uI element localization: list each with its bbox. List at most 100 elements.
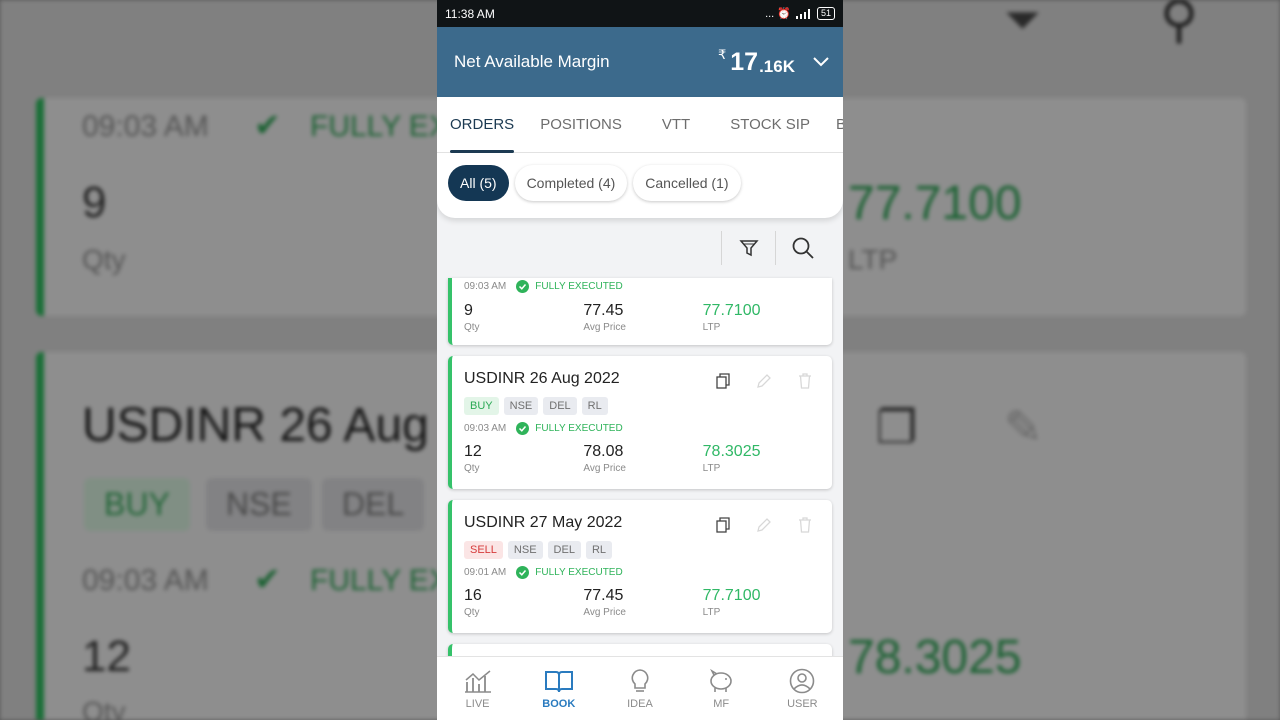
top-panel: ORDERS POSITIONS VTT STOCK SIP BA All (5…: [437, 97, 843, 218]
search-icon: [792, 237, 814, 259]
exchange-badge: NSE: [507, 541, 543, 559]
bulb-icon: [631, 668, 649, 692]
nav-idea[interactable]: IDEA: [605, 668, 675, 710]
tab-stock-sip[interactable]: STOCK SIP: [717, 97, 823, 152]
tab-basket[interactable]: BA: [823, 97, 843, 152]
toolbar: [437, 218, 843, 278]
filter-all[interactable]: All (5): [448, 165, 509, 201]
order-status: FULLY EXECUTED: [535, 281, 623, 292]
bottom-nav: LIVE BOOK IDEA MF USER: [437, 656, 843, 720]
order-time: 09:03 AM: [464, 423, 507, 434]
product-badge: DEL: [547, 541, 581, 559]
chevron-down-icon[interactable]: [811, 52, 831, 72]
piggy-bank-icon: [710, 668, 732, 692]
values-row: 9 Qty 77.45 Avg Price 77.7100 LTP: [464, 302, 822, 333]
ltp-label: LTP: [702, 607, 721, 618]
filter-icon: [738, 240, 759, 257]
status-bar: 11:38 AM ... ⏰ 51: [437, 0, 843, 27]
values-row: 16 Qty 77.45 Avg Price 77.7100 LTP: [464, 587, 822, 618]
order-avg-price: 78.08: [583, 443, 624, 460]
delete-icon[interactable]: [798, 373, 812, 389]
nav-book-label: BOOK: [542, 697, 576, 710]
nav-idea-label: IDEA: [627, 697, 653, 710]
filter-cancelled[interactable]: Cancelled (1): [633, 165, 741, 201]
nav-book[interactable]: BOOK: [524, 668, 594, 710]
avg-price-label: Avg Price: [583, 607, 626, 618]
order-tags: SELL NSE DEL RL: [464, 541, 822, 559]
side-badge: BUY: [464, 397, 499, 415]
filter-completed[interactable]: Completed (4): [514, 165, 628, 201]
qty-label: Qty: [464, 607, 480, 618]
search-button[interactable]: [775, 231, 829, 265]
margin-title: Net Available Margin: [454, 52, 610, 71]
user-icon: [790, 668, 815, 693]
order-card[interactable]: USDINR 26 Aug 2022 BUY NSE DEL RL 09:03 …: [448, 356, 832, 489]
order-card[interactable]: 09:03 AM FULLY EXECUTED 9 Qty 77.45 Avg Pr…: [448, 278, 832, 345]
margin-amount: 17: [730, 47, 759, 76]
ltp-label: LTP: [702, 463, 721, 474]
status-icons: ... ⏰ 51: [765, 7, 835, 20]
side-badge: SELL: [464, 541, 503, 559]
ltp-label: LTP: [702, 322, 721, 333]
order-status: FULLY EXECUTED: [535, 423, 623, 434]
tab-bar: ORDERS POSITIONS VTT STOCK SIP BA: [437, 97, 843, 153]
order-actions: [716, 517, 812, 533]
order-ltp: 77.7100: [702, 302, 761, 319]
margin-header[interactable]: Net Available Margin ₹ 17 .16K: [437, 27, 843, 97]
filter-chips: All (5) Completed (4) Cancelled (1): [437, 153, 843, 218]
avg-price-label: Avg Price: [583, 463, 626, 474]
order-avg-price: 77.45: [583, 587, 624, 604]
nav-user[interactable]: USER: [767, 668, 837, 710]
battery-icon: 51: [816, 7, 835, 20]
filter-button[interactable]: [721, 231, 775, 265]
signal-icon: [795, 8, 810, 19]
order-ltp: 77.7100: [702, 587, 761, 604]
copy-icon[interactable]: [716, 373, 730, 389]
avg-price-label: Avg Price: [583, 322, 626, 333]
tab-vtt[interactable]: VTT: [635, 97, 717, 152]
tab-positions[interactable]: POSITIONS: [527, 97, 635, 152]
qty-label: Qty: [464, 322, 480, 333]
nav-live-label: LIVE: [465, 697, 490, 710]
qty-label: Qty: [464, 463, 480, 474]
chart-icon: [464, 669, 491, 693]
nav-mf-label: MF: [713, 697, 730, 710]
book-icon: [544, 670, 573, 692]
copy-icon[interactable]: [716, 517, 730, 533]
tab-orders[interactable]: ORDERS: [437, 97, 527, 153]
edit-icon[interactable]: [756, 517, 772, 533]
order-qty: 16: [464, 587, 482, 604]
phone-screen: 11:38 AM ... ⏰ 51 Net Available Margin ₹…: [437, 0, 843, 720]
delete-icon[interactable]: [798, 517, 812, 533]
type-badge: RL: [585, 541, 613, 559]
margin-value: ₹ 17 .16K: [717, 46, 831, 77]
execution-row: 09:03 AM FULLY EXECUTED: [464, 422, 822, 435]
order-avg-price: 77.45: [583, 302, 624, 319]
nav-user-label: USER: [787, 697, 818, 710]
order-qty: 12: [464, 443, 482, 460]
order-qty: 9: [464, 302, 473, 319]
order-time: 09:01 AM: [464, 567, 507, 578]
execution-row: 09:03 AM FULLY EXECUTED: [464, 280, 822, 293]
status-extra-icons: ... ⏰: [765, 8, 791, 20]
values-row: 12 Qty 78.08 Avg Price 78.3025 LTP: [464, 443, 822, 474]
check-icon: [516, 566, 530, 579]
order-list: 09:03 AM FULLY EXECUTED 9 Qty 77.45 Avg Pr…: [448, 278, 832, 685]
status-time: 11:38 AM: [445, 6, 495, 21]
order-time: 09:03 AM: [464, 281, 507, 292]
order-tags: BUY NSE DEL RL: [464, 397, 822, 415]
order-actions: [716, 373, 812, 389]
order-ltp: 78.3025: [702, 443, 761, 460]
check-icon: [516, 280, 530, 293]
type-badge: RL: [581, 397, 608, 415]
currency-symbol: ₹: [717, 46, 727, 62]
exchange-badge: NSE: [503, 397, 539, 415]
execution-row: 09:01 AM FULLY EXECUTED: [464, 566, 822, 579]
margin-unit: .16K: [759, 56, 795, 76]
order-status: FULLY EXECUTED: [535, 567, 623, 578]
nav-mf[interactable]: MF: [686, 668, 756, 710]
product-badge: DEL: [543, 397, 577, 415]
order-card[interactable]: USDINR 27 May 2022 SELL NSE DEL RL 09:01…: [448, 500, 832, 633]
edit-icon[interactable]: [756, 373, 772, 389]
nav-live[interactable]: LIVE: [443, 668, 513, 710]
